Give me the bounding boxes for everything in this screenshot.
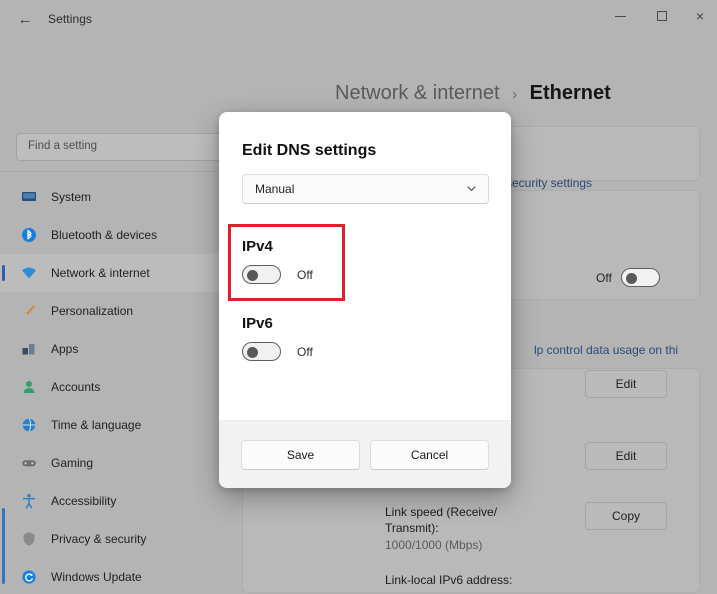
sidebar-item-bluetooth-devices[interactable]: Bluetooth & devices: [0, 216, 228, 254]
ipv4-toggle-state: Off: [297, 267, 313, 282]
breadcrumb-current: Ethernet: [529, 82, 611, 104]
toggle-knob: [625, 273, 637, 284]
maximize-button[interactable]: [641, 3, 683, 29]
copy-button[interactable]: Copy: [585, 502, 667, 530]
search-input[interactable]: Find a setting: [16, 133, 222, 161]
ipv4-toggle[interactable]: [242, 265, 281, 284]
ipv6-section: IPv6 Off: [242, 315, 313, 361]
edit-button-ip-assignment[interactable]: Edit: [585, 442, 667, 470]
ipv6-toggle-state: Off: [297, 344, 313, 359]
person-icon: [20, 378, 38, 396]
toggle-knob: [247, 270, 258, 281]
edit-dns-settings-dialog: Edit DNS settings Manual IPv4 Off IPv6 O…: [219, 112, 511, 488]
sidebar-item-label: Privacy & security: [51, 532, 147, 546]
shield-icon: [20, 530, 38, 548]
ipv4-toggle-row: Off: [242, 265, 313, 284]
dialog-footer: Save Cancel: [219, 420, 511, 488]
sidebar-item-accounts[interactable]: Accounts: [0, 368, 228, 406]
monitor-icon: [20, 188, 38, 206]
ipv4-section: IPv4 Off: [242, 238, 313, 284]
sidebar-item-privacy-security[interactable]: Privacy & security: [0, 520, 228, 558]
data-usage-link[interactable]: lp control data usage on thi: [534, 343, 678, 357]
cancel-button[interactable]: Cancel: [370, 440, 489, 470]
bluetooth-icon: [20, 226, 38, 244]
link-speed-label: Link speed (Receive/ Transmit):: [385, 505, 498, 535]
sidebar-item-label: Time & language: [51, 418, 142, 432]
dns-mode-value: Manual: [255, 182, 295, 196]
close-button[interactable]: ×: [679, 3, 717, 29]
sidebar-item-network-internet[interactable]: Network & internet: [0, 254, 228, 292]
sidebar-divider: [0, 171, 228, 172]
breadcrumb: Network & internet › Ethernet: [335, 82, 611, 105]
app-title: Settings: [48, 12, 93, 26]
ipv6-toggle-row: Off: [242, 342, 313, 361]
search-placeholder: Find a setting: [28, 140, 98, 152]
ipv6-toggle[interactable]: [242, 342, 281, 361]
back-arrow-icon[interactable]: ←: [14, 10, 36, 30]
globe-clock-icon: [20, 416, 38, 434]
update-refresh-icon: [20, 568, 38, 586]
breadcrumb-parent[interactable]: Network & internet: [335, 82, 500, 104]
sidebar-item-label: System: [51, 190, 92, 204]
wifi-icon: [20, 264, 38, 282]
sidebar-item-label: Gaming: [51, 456, 94, 470]
ipv4-heading: IPv4: [242, 238, 273, 255]
link-local-ipv6-label: Link-local IPv6 address:: [385, 573, 513, 587]
sidebar-item-windows-update[interactable]: Windows Update: [0, 558, 228, 594]
metered-toggle-label: Off: [596, 270, 612, 285]
sidebar-item-gaming[interactable]: Gaming: [0, 444, 228, 482]
sidebar-item-label: Personalization: [51, 304, 134, 318]
sidebar-item-apps[interactable]: Apps: [0, 330, 228, 368]
sidebar-scrollbar[interactable]: [2, 508, 5, 584]
sidebar-item-system[interactable]: System: [0, 178, 228, 216]
sidebar-item-label: Apps: [51, 342, 79, 356]
minimize-button[interactable]: [599, 3, 641, 29]
dns-mode-dropdown[interactable]: Manual: [242, 174, 489, 204]
accessibility-person-icon: [20, 492, 38, 510]
sidebar-item-label: Accessibility: [51, 494, 117, 508]
sidebar-item-time-language[interactable]: Time & language: [0, 406, 228, 444]
paintbrush-icon: [20, 302, 38, 320]
edit-button-dns[interactable]: Edit: [585, 370, 667, 398]
sidebar: Find a setting System Bluetooth & device…: [0, 38, 228, 594]
apps-grid-icon: [20, 340, 38, 358]
breadcrumb-separator: ›: [512, 86, 518, 103]
settings-window: ← Settings × Find a setting System Bluet…: [0, 0, 717, 594]
save-button[interactable]: Save: [241, 440, 360, 470]
metered-connection-toggle[interactable]: [620, 268, 660, 287]
link-speed-value: 1000/1000 (Mbps): [385, 538, 483, 552]
sidebar-item-accessibility[interactable]: Accessibility: [0, 482, 228, 520]
sidebar-item-label: Bluetooth & devices: [51, 228, 158, 242]
sidebar-list: System Bluetooth & devices Network & int…: [0, 178, 228, 594]
ipv6-heading: IPv6: [242, 315, 273, 332]
metered-connection-toggle-row: Off: [596, 268, 660, 287]
gamepad-icon: [20, 454, 38, 472]
sidebar-item-label: Network & internet: [51, 266, 150, 280]
chevron-down-icon: [465, 183, 477, 195]
title-bar: ← Settings ×: [0, 0, 717, 38]
sidebar-item-label: Accounts: [51, 380, 101, 394]
dialog-title: Edit DNS settings: [242, 142, 377, 159]
sidebar-item-label: Windows Update: [51, 570, 142, 584]
sidebar-item-personalization[interactable]: Personalization: [0, 292, 228, 330]
toggle-knob: [247, 347, 258, 358]
